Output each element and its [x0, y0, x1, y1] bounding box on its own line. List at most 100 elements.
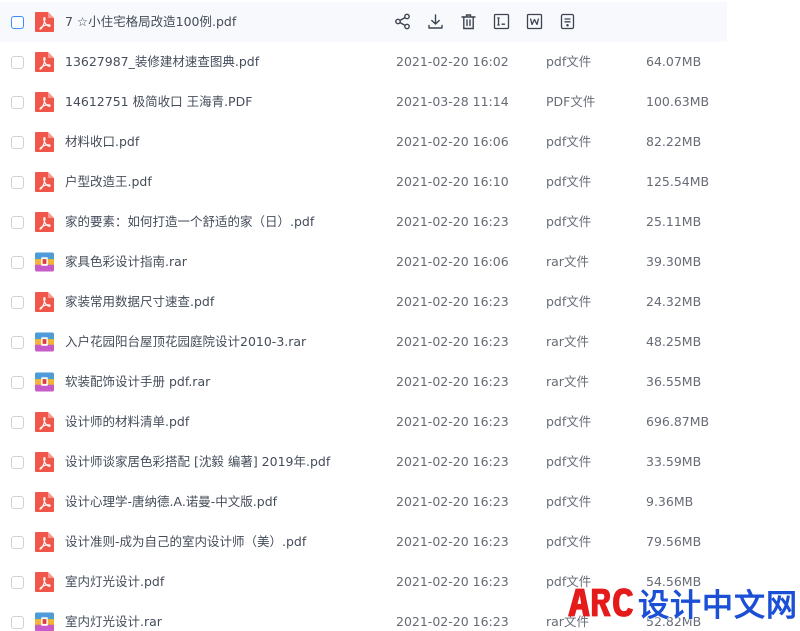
file-row[interactable]: 入户花园阳台屋顶花园庭院设计2010-3.rar 2021-02-20 16:2…: [0, 322, 800, 362]
rar-file-icon: [35, 612, 54, 631]
row-checkbox[interactable]: [11, 576, 24, 589]
row-checkbox[interactable]: [11, 616, 24, 629]
file-name[interactable]: 设计师谈家居色彩搭配 [沈毅 编著] 2019年.pdf: [65, 442, 330, 482]
file-name[interactable]: 设计师的材料清单.pdf: [65, 402, 189, 442]
rar-file-icon: [35, 252, 54, 272]
file-size: 25.11MB: [646, 214, 702, 229]
row-checkbox[interactable]: [11, 376, 24, 389]
pdf-file-icon: [35, 172, 54, 192]
row-checkbox[interactable]: [11, 16, 24, 29]
file-name[interactable]: 材料收口.pdf: [65, 122, 139, 162]
file-type: rar文件: [546, 374, 589, 389]
file-modified-date: 2021-02-20 16:02: [396, 54, 509, 69]
file-type: pdf文件: [546, 134, 592, 149]
file-type: pdf文件: [546, 494, 592, 509]
pdf-file-icon: [35, 572, 54, 592]
file-modified-date: 2021-02-20 16:23: [396, 454, 509, 469]
file-row[interactable]: 家的要素：如何打造一个舒适的家（日）.pdf 2021-02-20 16:23 …: [0, 202, 800, 242]
row-checkbox[interactable]: [11, 176, 24, 189]
file-name[interactable]: 设计心理学-唐纳德.A.诺曼-中文版.pdf: [65, 482, 277, 522]
row-checkbox[interactable]: [11, 296, 24, 309]
file-type: rar文件: [546, 334, 589, 349]
file-type: pdf文件: [546, 214, 592, 229]
pdf-file-icon: [35, 532, 54, 552]
row-checkbox[interactable]: [11, 216, 24, 229]
file-size: 48.25MB: [646, 334, 702, 349]
file-name[interactable]: 13627987_装修建材速查图典.pdf: [65, 42, 259, 82]
file-type: pdf文件: [546, 534, 592, 549]
file-row[interactable]: 设计准则-成为自己的室内设计师（美）.pdf 2021-02-20 16:23 …: [0, 522, 800, 562]
rename-icon[interactable]: [493, 13, 510, 30]
file-name[interactable]: 家的要素：如何打造一个舒适的家（日）.pdf: [65, 202, 314, 242]
file-size: 696.87MB: [646, 414, 710, 429]
file-name[interactable]: 户型改造王.pdf: [65, 162, 152, 202]
file-modified-date: 2021-02-20 16:06: [396, 254, 509, 269]
file-row[interactable]: 材料收口.pdf 2021-02-20 16:06 pdf文件 82.22MB: [0, 122, 800, 162]
file-size: 64.07MB: [646, 54, 702, 69]
row-checkbox[interactable]: [11, 256, 24, 269]
file-row[interactable]: 家具色彩设计指南.rar 2021-02-20 16:06 rar文件 39.3…: [0, 242, 800, 282]
file-size: 100.63MB: [646, 94, 710, 109]
file-size: 33.59MB: [646, 454, 702, 469]
row-checkbox[interactable]: [11, 496, 24, 509]
file-name[interactable]: 软装配饰设计手册 pdf.rar: [65, 362, 210, 402]
file-row[interactable]: 家装常用数据尺寸速查.pdf 2021-02-20 16:23 pdf文件 24…: [0, 282, 800, 322]
file-modified-date: 2021-02-20 16:23: [396, 534, 509, 549]
row-checkbox[interactable]: [11, 536, 24, 549]
row-checkbox[interactable]: [11, 416, 24, 429]
file-size: 79.56MB: [646, 534, 702, 549]
pdf-file-icon: [35, 92, 54, 112]
file-size: 39.30MB: [646, 254, 702, 269]
file-modified-date: 2021-03-28 11:14: [396, 94, 509, 109]
rar-file-icon: [35, 372, 54, 392]
file-name[interactable]: 室内灯光设计.pdf: [65, 562, 164, 602]
row-checkbox[interactable]: [11, 336, 24, 349]
file-list: 7 ☆小住宅格局改造100例.pdf 13627987_装修建材速查图典.pdf…: [0, 2, 800, 631]
rar-file-icon: [35, 332, 54, 352]
file-type: pdf文件: [546, 294, 592, 309]
file-type: PDF文件: [546, 94, 596, 109]
file-type: pdf文件: [546, 414, 592, 429]
file-row[interactable]: 设计心理学-唐纳德.A.诺曼-中文版.pdf 2021-02-20 16:23 …: [0, 482, 800, 522]
row-checkbox[interactable]: [11, 96, 24, 109]
file-type: pdf文件: [546, 454, 592, 469]
file-modified-date: 2021-02-20 16:23: [396, 574, 509, 589]
file-modified-date: 2021-02-20 16:23: [396, 214, 509, 229]
word-convert-icon[interactable]: [526, 13, 543, 30]
file-row[interactable]: 7 ☆小住宅格局改造100例.pdf: [0, 2, 727, 42]
file-row[interactable]: 14612751 极简收口 王海青.PDF 2021-03-28 11:14 P…: [0, 82, 800, 122]
file-row[interactable]: 13627987_装修建材速查图典.pdf 2021-02-20 16:02 p…: [0, 42, 800, 82]
download-icon[interactable]: [427, 13, 444, 30]
file-size: 125.54MB: [646, 174, 710, 189]
watermark: 设计中文网: [566, 582, 798, 624]
file-name[interactable]: 室内灯光设计.rar: [65, 602, 162, 631]
row-action-toolbar: [394, 13, 592, 31]
file-size: 36.55MB: [646, 374, 702, 389]
row-checkbox[interactable]: [11, 136, 24, 149]
file-row[interactable]: 设计师的材料清单.pdf 2021-02-20 16:23 pdf文件 696.…: [0, 402, 800, 442]
file-row[interactable]: 软装配饰设计手册 pdf.rar 2021-02-20 16:23 rar文件 …: [0, 362, 800, 402]
file-name[interactable]: 7 ☆小住宅格局改造100例.pdf: [65, 2, 236, 42]
file-modified-date: 2021-02-20 16:23: [396, 334, 509, 349]
file-row[interactable]: 户型改造王.pdf 2021-02-20 16:10 pdf文件 125.54M…: [0, 162, 800, 202]
file-row[interactable]: 设计师谈家居色彩搭配 [沈毅 编著] 2019年.pdf 2021-02-20 …: [0, 442, 800, 482]
more-doc-icon[interactable]: [559, 13, 576, 30]
pdf-file-icon: [35, 52, 54, 72]
file-name[interactable]: 入户花园阳台屋顶花园庭院设计2010-3.rar: [65, 322, 306, 362]
file-name[interactable]: 家装常用数据尺寸速查.pdf: [65, 282, 214, 322]
watermark-text: 设计中文网: [638, 587, 798, 624]
pdf-file-icon: [35, 132, 54, 152]
pdf-file-icon: [35, 452, 54, 472]
file-modified-date: 2021-02-20 16:23: [396, 374, 509, 389]
row-checkbox[interactable]: [11, 56, 24, 69]
file-size: 9.36MB: [646, 494, 694, 509]
file-name[interactable]: 14612751 极简收口 王海青.PDF: [65, 82, 252, 122]
share-icon[interactable]: [394, 13, 411, 30]
file-name[interactable]: 家具色彩设计指南.rar: [65, 242, 187, 282]
file-type: pdf文件: [546, 174, 592, 189]
delete-icon[interactable]: [460, 13, 477, 30]
row-checkbox[interactable]: [11, 456, 24, 469]
file-name[interactable]: 设计准则-成为自己的室内设计师（美）.pdf: [65, 522, 306, 562]
pdf-file-icon: [35, 212, 54, 232]
file-modified-date: 2021-02-20 16:23: [396, 294, 509, 309]
